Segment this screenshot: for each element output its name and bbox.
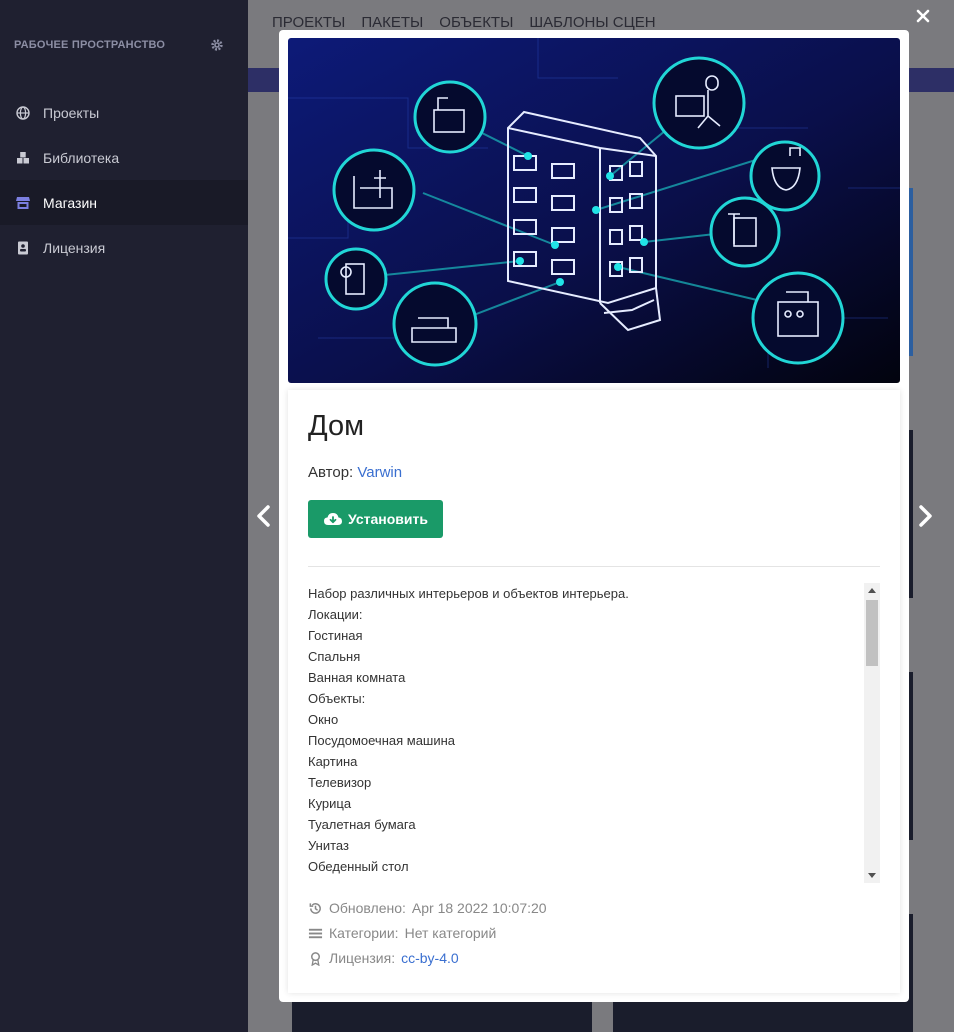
- background-card: [292, 1002, 592, 1032]
- categories-value: Нет категорий: [404, 925, 497, 941]
- description-line: Ванная комната: [308, 670, 406, 685]
- license-label: Лицензия:: [329, 950, 396, 966]
- sidebar-item-library[interactable]: Библиотека: [0, 135, 248, 180]
- sidebar-item-license[interactable]: Лицензия: [0, 225, 248, 270]
- close-icon[interactable]: [914, 7, 932, 25]
- updated-row: Обновлено: Apr 18 2022 10:07:20: [308, 900, 547, 916]
- id-card-icon: [16, 241, 30, 255]
- scroll-down-arrow[interactable]: [868, 873, 876, 878]
- chevron-left-icon[interactable]: [255, 504, 273, 528]
- award-icon: [311, 951, 320, 966]
- description-line: Спальня: [308, 649, 361, 664]
- package-author: Автор: Varwin: [308, 464, 402, 481]
- sidebar-item-label: Лицензия: [43, 239, 106, 256]
- sidebar-item-projects[interactable]: Проекты: [0, 90, 248, 135]
- author-label: Автор:: [308, 464, 354, 481]
- description-line: Объекты:: [308, 691, 366, 706]
- divider: [308, 566, 880, 567]
- description-line: Унитаз: [308, 838, 349, 853]
- scroll-up-arrow[interactable]: [868, 588, 876, 593]
- gear-icon[interactable]: [210, 38, 224, 52]
- workspace-header: РАБОЧЕЕ ПРОСТРАНСТВО: [0, 0, 248, 90]
- author-link[interactable]: Varwin: [357, 464, 402, 481]
- sidebar: РАБОЧЕЕ ПРОСТРАНСТВО Проекты Библиотека …: [0, 0, 248, 1032]
- description-line: Картина: [308, 754, 358, 769]
- updated-value: Apr 18 2022 10:07:20: [411, 900, 547, 916]
- cloud-download-icon: [324, 513, 343, 525]
- install-button-label: Установить: [348, 511, 428, 527]
- license-row: Лицензия: cc-by-4.0: [308, 950, 459, 966]
- install-button[interactable]: Установить: [308, 500, 443, 538]
- description-line: Локации:: [308, 607, 363, 622]
- description-line: Телевизор: [308, 775, 372, 790]
- description-text: Набор различных интерьеров и объектов ин…: [308, 583, 858, 877]
- description-line: Окно: [308, 712, 339, 727]
- history-icon: [309, 902, 321, 914]
- description-line: Посудомоечная машина: [308, 733, 456, 748]
- categories-label: Категории:: [329, 925, 399, 941]
- updated-label: Обновлено:: [329, 900, 406, 916]
- categories-row: Категории: Нет категорий: [308, 925, 496, 941]
- description-line: Туалетная бумага: [308, 817, 416, 832]
- description-line: Обеденный стол: [308, 859, 409, 874]
- sidebar-item-label: Магазин: [43, 194, 98, 211]
- license-link[interactable]: cc-by-4.0: [401, 950, 459, 966]
- description-line: Набор различных интерьеров и объектов ин…: [308, 586, 629, 601]
- chevron-right-icon[interactable]: [916, 504, 934, 528]
- description-scrollbar[interactable]: [864, 583, 880, 883]
- sidebar-item-label: Проекты: [43, 104, 100, 121]
- package-hero-image: [288, 38, 900, 383]
- cubes-icon: [16, 151, 30, 165]
- package-title: Дом: [308, 410, 365, 442]
- workspace-title: РАБОЧЕЕ ПРОСТРАНСТВО: [14, 39, 166, 51]
- scrollbar-thumb[interactable]: [866, 600, 878, 666]
- list-icon: [308, 928, 323, 938]
- background-card: [613, 1002, 913, 1032]
- description-line: Курица: [308, 796, 352, 811]
- package-description[interactable]: Набор различных интерьеров и объектов ин…: [308, 583, 880, 883]
- store-icon: [16, 196, 30, 210]
- sidebar-item-store[interactable]: Магазин: [0, 180, 248, 225]
- package-detail-modal: Дом Автор: Varwin Установить Набор разли…: [279, 30, 909, 1002]
- package-details-panel: Дом Автор: Varwin Установить Набор разли…: [288, 390, 900, 993]
- description-line: Гостиная: [308, 628, 363, 643]
- globe-icon: [16, 105, 30, 120]
- sidebar-item-label: Библиотека: [43, 149, 120, 166]
